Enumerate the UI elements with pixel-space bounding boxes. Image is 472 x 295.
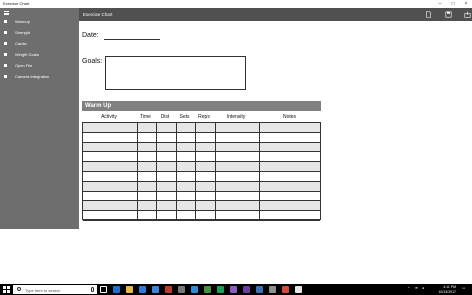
search-placeholder: Type here to search: [25, 287, 61, 293]
app-window: Exercise Chart – □ × Warmup Strenght Car…: [0, 0, 472, 295]
app-icon-navy[interactable]: [256, 286, 263, 293]
table-row[interactable]: [83, 133, 320, 143]
table-row[interactable]: [83, 211, 320, 221]
column-divider: [156, 123, 157, 219]
strength-icon: [4, 31, 7, 34]
table-row[interactable]: [83, 181, 320, 192]
mail-icon[interactable]: [152, 286, 159, 293]
column-divider: [215, 123, 216, 219]
network-icon[interactable]: ≋: [415, 286, 418, 290]
column-header-activity: Activity: [101, 114, 117, 120]
app-icon-red[interactable]: [165, 286, 172, 293]
warmup-section-header: Warm Up: [82, 101, 321, 111]
app-icon-green[interactable]: [204, 286, 211, 293]
table-row[interactable]: [83, 123, 320, 133]
table-row[interactable]: [83, 192, 320, 202]
weight-goals-icon: [4, 53, 7, 56]
sidebar-item-label: Open File: [15, 63, 33, 68]
tray-chevron-icon[interactable]: ^: [408, 286, 410, 290]
taskbar-search-box[interactable]: Type here to search: [13, 285, 97, 294]
goals-textbox[interactable]: [105, 56, 246, 90]
cardio-icon: [4, 42, 7, 45]
taskbar: Type here to search ^ ≋ ◂ 4:11 PM 10/13/…: [0, 284, 472, 295]
warmup-table: [82, 122, 321, 221]
column-divider: [195, 123, 196, 219]
camera-icon: [4, 75, 7, 78]
app-header: Exercise Chart: [79, 8, 472, 21]
app-icon-orange-red[interactable]: [282, 286, 289, 293]
sidebar-item-weight-goals[interactable]: Weight Goals: [0, 50, 79, 61]
column-header-intensity: Intensity: [226, 114, 246, 120]
sidebar-item-label: Weight Goals: [15, 52, 39, 57]
open-file-icon: [4, 64, 7, 67]
table-row[interactable]: [83, 162, 320, 172]
edge-browser-icon[interactable]: [113, 286, 120, 293]
hamburger-menu-icon[interactable]: [4, 11, 9, 15]
exercise-form: Date: Goals: Warm Up Activity Time Dist …: [79, 21, 472, 284]
sidebar-item-label: Cardio: [15, 41, 27, 46]
sidebar-item-camera-integration[interactable]: Camera Integration: [0, 72, 79, 83]
column-header-time: Time: [140, 114, 151, 120]
clock-date: 10/13/2017: [438, 289, 456, 294]
share-icon[interactable]: [464, 11, 471, 18]
file-explorer-icon[interactable]: [126, 286, 133, 293]
sidebar-item-warmup[interactable]: Warmup: [0, 17, 79, 28]
maximize-icon[interactable]: □: [447, 0, 459, 8]
store-icon[interactable]: [139, 286, 146, 293]
column-divider: [137, 123, 138, 219]
close-icon[interactable]: ×: [460, 0, 472, 8]
task-view-icon[interactable]: [100, 286, 107, 293]
sidebar: Warmup Strenght Cardio Weight Goals Open…: [0, 8, 79, 229]
app-icon-grey[interactable]: [178, 286, 185, 293]
table-row[interactable]: [83, 201, 320, 212]
date-field[interactable]: [104, 39, 160, 40]
search-icon: [17, 287, 21, 291]
window-title: Exercise Chart: [3, 1, 30, 6]
new-file-icon[interactable]: [425, 11, 432, 18]
app-icon-teal[interactable]: [217, 286, 224, 293]
table-row[interactable]: [83, 152, 320, 163]
page-title: Exercise Chart: [83, 12, 113, 17]
date-label: Date:: [82, 32, 99, 39]
app-icon-silver[interactable]: [269, 286, 276, 293]
sidebar-item-label: Warmup: [15, 19, 30, 24]
column-divider: [176, 123, 177, 219]
minimize-icon[interactable]: –: [434, 0, 446, 8]
goals-label: Goals:: [82, 58, 103, 65]
table-row[interactable]: [83, 172, 320, 182]
volume-icon[interactable]: ◂: [422, 286, 424, 290]
taskbar-clock[interactable]: 4:11 PM 10/13/2017: [438, 285, 456, 294]
column-header-sets: Sets: [179, 114, 190, 120]
sidebar-item-label: Camera Integration: [15, 74, 50, 79]
app-icon-purple[interactable]: [243, 286, 250, 293]
column-divider: [259, 123, 260, 219]
warmup-section-title: Warm Up: [85, 102, 112, 109]
column-header-reps: Reps: [198, 114, 210, 120]
notifications-icon[interactable]: ▭: [462, 286, 465, 290]
exercise-chart-app-icon[interactable]: [295, 286, 302, 293]
save-icon[interactable]: [445, 11, 452, 18]
table-row[interactable]: [83, 142, 320, 153]
visual-studio-icon[interactable]: [230, 286, 237, 293]
windows-start-icon[interactable]: [3, 286, 10, 293]
sidebar-item-cardio[interactable]: Cardio: [0, 39, 79, 50]
column-header-dist: Dist: [160, 114, 170, 120]
app-icon-blue[interactable]: [191, 286, 198, 293]
sidebar-item-open-file[interactable]: Open File: [0, 61, 79, 72]
column-header-notes: Notes: [282, 114, 297, 120]
microphone-icon[interactable]: [91, 287, 94, 292]
sidebar-item-strength[interactable]: Strenght: [0, 28, 79, 39]
title-bar: Exercise Chart – □ ×: [0, 0, 472, 8]
warmup-icon: [4, 20, 7, 23]
sidebar-item-label: Strenght: [15, 30, 31, 35]
